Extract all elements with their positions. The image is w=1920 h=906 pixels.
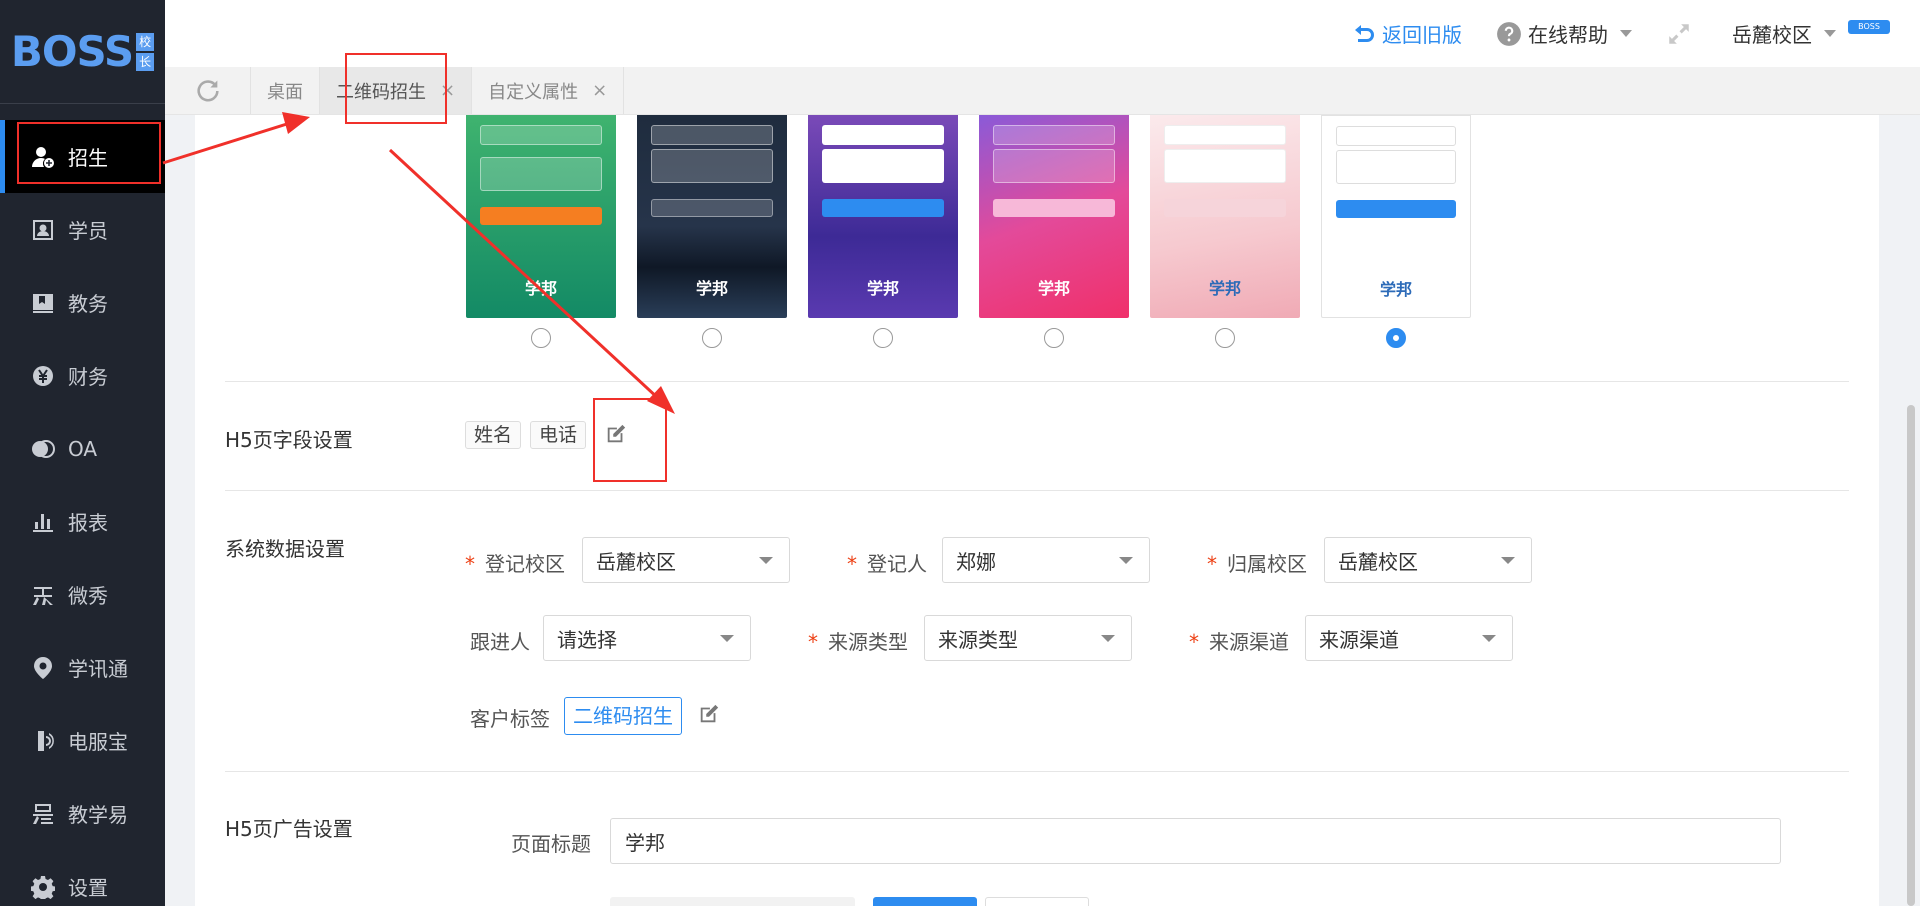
theme-radio[interactable]: [531, 328, 551, 348]
divider: [225, 490, 1849, 491]
app-logo[interactable]: BOSS 校 长: [0, 0, 165, 104]
chevron-down-icon: [759, 557, 773, 564]
tab-custom-attributes[interactable]: 自定义属性 ×: [472, 67, 625, 114]
registrant-label: * 登记人: [847, 552, 927, 576]
field-tag-name: 姓名: [465, 421, 522, 449]
online-help-menu[interactable]: 在线帮助: [1496, 19, 1632, 48]
sidebar-item-reports[interactable]: 报表: [0, 485, 165, 558]
upload-placeholder[interactable]: [610, 897, 855, 906]
system-data-label: 系统数据设置: [225, 537, 345, 561]
tab-desktop[interactable]: 桌面: [251, 67, 320, 114]
theme-option[interactable]: 学邦: [1320, 115, 1472, 348]
reg-campus-select[interactable]: 岳麓校区: [582, 537, 790, 583]
main-content: 学邦 学邦 学邦 学邦 学邦 学邦 H5页字段设置 姓名 电话 系统数据设置 *…: [195, 115, 1879, 906]
theme-option[interactable]: 学邦: [978, 115, 1130, 348]
sidebar-item-weixiu[interactable]: 微秀: [0, 558, 165, 631]
expand-icon: [1669, 23, 1689, 44]
oa-toggle-icon: [30, 436, 56, 462]
undo-icon: [1355, 24, 1374, 42]
weixiu-icon: [30, 582, 56, 608]
chevron-down-icon: [1620, 30, 1632, 37]
user-avatar[interactable]: BOSS: [1848, 19, 1890, 34]
divider: [225, 381, 1849, 382]
teach-easy-icon: [30, 801, 56, 827]
campus-switcher[interactable]: 岳麓校区 BOSS: [1732, 19, 1890, 48]
sidebar-nav: 招生 学员 教务 财务 OA 报表 微秀 学讯通 电服宝 教学易 设置: [0, 120, 165, 906]
theme-option[interactable]: 学邦: [807, 115, 959, 348]
location-pin-icon: [30, 655, 56, 681]
sidebar-item-settings[interactable]: 设置: [0, 850, 165, 906]
theme-preview-white[interactable]: 学邦: [1321, 115, 1471, 318]
annotation-box-tab: [345, 53, 447, 124]
sidebar-item-students[interactable]: 学员: [0, 193, 165, 266]
book-icon: [30, 290, 56, 316]
customer-tag[interactable]: 二维码招生: [564, 697, 682, 735]
theme-radio[interactable]: [1215, 328, 1235, 348]
close-icon[interactable]: ×: [592, 80, 607, 101]
source-channel-label: * 来源渠道: [1189, 630, 1289, 654]
theme-option[interactable]: 学邦: [1149, 115, 1301, 348]
logo-badge: 校 长: [136, 32, 155, 72]
theme-radio[interactable]: [702, 328, 722, 348]
gear-icon: [30, 874, 56, 900]
divider: [225, 771, 1849, 772]
theme-picker: 学邦 学邦 学邦 学邦 学邦 学邦: [465, 115, 1491, 348]
sidebar-item-oa[interactable]: OA: [0, 412, 165, 485]
sidebar-item-jiaoxueyi[interactable]: 教学易: [0, 777, 165, 850]
yen-coin-icon: [30, 363, 56, 389]
theme-option[interactable]: 学邦: [465, 115, 617, 348]
page-title-label: 页面标题: [511, 832, 591, 856]
h5-ad-label: H5页广告设置: [225, 817, 353, 841]
annotation-box-enrollment: [17, 122, 161, 184]
annotation-box-edit: [593, 398, 667, 482]
refresh-button[interactable]: [165, 67, 251, 114]
upload-button[interactable]: [873, 897, 977, 906]
follower-select[interactable]: 请选择: [543, 615, 751, 661]
theme-preview-night[interactable]: 学邦: [637, 115, 787, 318]
back-to-old-version-link[interactable]: 返回旧版: [1352, 19, 1462, 48]
theme-radio[interactable]: [1044, 328, 1064, 348]
theme-radio[interactable]: [873, 328, 893, 348]
theme-option[interactable]: 学邦: [636, 115, 788, 348]
fullscreen-button[interactable]: [1666, 21, 1698, 47]
bar-chart-icon: [30, 509, 56, 535]
customer-tag-label: 客户标签: [470, 707, 550, 731]
source-type-select[interactable]: 来源类型: [924, 615, 1132, 661]
theme-preview-pink[interactable]: 学邦: [979, 115, 1129, 318]
chevron-down-icon: [720, 635, 734, 642]
page-title-input[interactable]: 学邦: [610, 818, 1781, 864]
h5-fields-label: H5页字段设置: [225, 428, 353, 452]
theme-preview-purple[interactable]: 学邦: [808, 115, 958, 318]
sidebar-item-xuexuntong[interactable]: 学讯通: [0, 631, 165, 704]
theme-preview-blossom[interactable]: 学邦: [1150, 115, 1300, 318]
follower-label: 跟进人: [470, 630, 530, 654]
source-channel-select[interactable]: 来源渠道: [1305, 615, 1513, 661]
field-tag-phone: 电话: [530, 421, 587, 449]
edit-icon[interactable]: [698, 703, 720, 725]
scrollbar[interactable]: [1907, 405, 1915, 906]
secondary-button[interactable]: [985, 897, 1089, 906]
registrant-select[interactable]: 郑娜: [942, 537, 1150, 583]
owner-campus-label: * 归属校区: [1207, 552, 1307, 576]
chevron-down-icon: [1119, 557, 1133, 564]
help-icon: [1497, 21, 1521, 46]
reg-campus-label: * 登记校区: [465, 552, 565, 576]
sidebar-item-finance[interactable]: 财务: [0, 339, 165, 412]
phone-service-icon: [30, 728, 56, 754]
owner-campus-select[interactable]: 岳麓校区: [1324, 537, 1532, 583]
logo-text: BOSS: [10, 27, 134, 76]
sidebar-item-academic[interactable]: 教务: [0, 266, 165, 339]
student-card-icon: [30, 217, 56, 243]
refresh-icon: [196, 79, 219, 102]
source-type-label: * 来源类型: [808, 630, 908, 654]
chevron-down-icon: [1824, 30, 1836, 37]
chevron-down-icon: [1482, 635, 1496, 642]
chevron-down-icon: [1101, 635, 1115, 642]
chevron-down-icon: [1501, 557, 1515, 564]
theme-preview-green[interactable]: 学邦: [466, 115, 616, 318]
theme-radio-selected[interactable]: [1386, 328, 1406, 348]
sidebar-item-dianfubao[interactable]: 电服宝: [0, 704, 165, 777]
